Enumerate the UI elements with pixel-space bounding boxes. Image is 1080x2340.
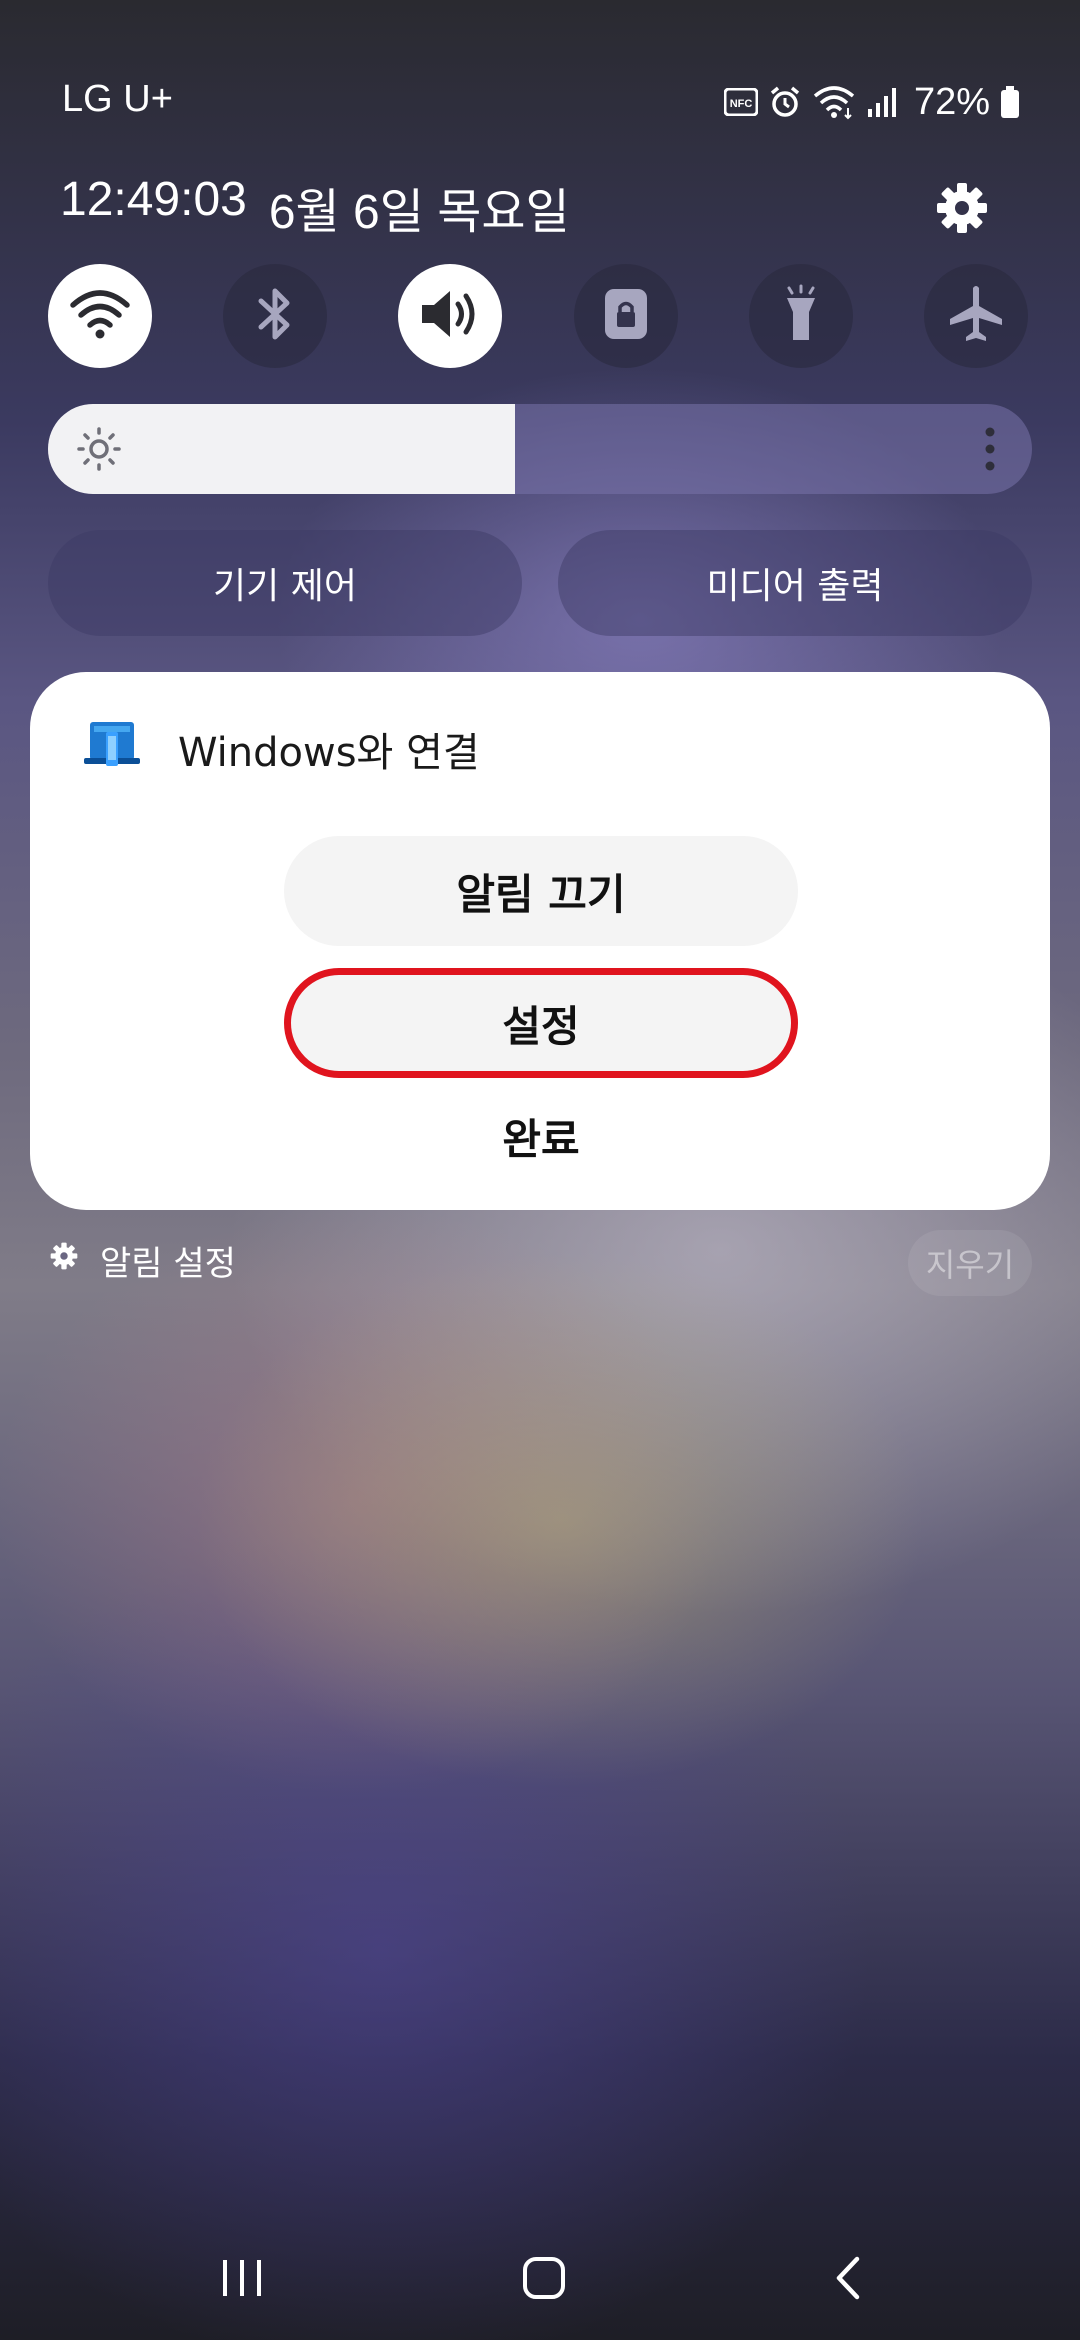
flashlight-icon	[779, 284, 823, 348]
brightness-slider[interactable]	[48, 404, 1032, 494]
home-button[interactable]	[504, 2248, 584, 2312]
battery-percent: 72%	[913, 80, 990, 123]
sun-icon	[74, 424, 124, 478]
panel-buttons: 기기 제어 미디어 출력	[48, 530, 1032, 636]
device-control-button[interactable]: 기기 제어	[48, 530, 522, 636]
more-options-icon[interactable]	[984, 426, 996, 476]
clock-time: 12:49:03	[60, 173, 247, 226]
battery-icon	[1000, 85, 1020, 119]
notification-card: Windows와 연결 알림 끄기 설정 완료	[30, 672, 1050, 1210]
carrier-name: LG U+	[62, 78, 173, 120]
airplane-icon	[946, 284, 1006, 348]
status-bar: LG U+ NFC 72%	[0, 0, 1080, 200]
status-icons: NFC 72%	[723, 78, 1020, 126]
wifi-icon	[69, 288, 131, 344]
notification-settings-link[interactable]: 알림 설정	[48, 1236, 236, 1285]
quick-toggles	[48, 264, 1028, 368]
navigation-bar	[0, 2220, 1080, 2340]
notification-footer: 알림 설정 지우기	[48, 1230, 1032, 1296]
toggle-flashlight[interactable]	[748, 264, 853, 368]
toggle-sound[interactable]	[398, 264, 503, 368]
notification-settings-label: 알림 설정	[100, 1244, 236, 1284]
back-icon	[833, 2255, 863, 2305]
toggle-wifi[interactable]	[48, 264, 152, 368]
settings-button[interactable]: 설정	[284, 968, 798, 1078]
lock-icon	[602, 286, 650, 346]
gear-icon[interactable]	[932, 178, 992, 238]
media-output-button[interactable]: 미디어 출력	[558, 530, 1032, 636]
recent-apps-button[interactable]	[202, 2248, 282, 2312]
nfc-icon: NFC	[723, 88, 758, 116]
clock-date: 12:49:03 6월 6일 목요일	[60, 172, 570, 242]
wifi-icon	[812, 84, 856, 120]
back-button[interactable]	[808, 2248, 888, 2312]
clear-button[interactable]: 지우기	[908, 1230, 1032, 1296]
link-to-windows-icon	[82, 720, 142, 778]
home-icon	[522, 2256, 566, 2304]
gear-icon	[48, 1240, 80, 1281]
mute-notifications-button[interactable]: 알림 끄기	[284, 836, 798, 946]
date-text: 6월 6일 목요일	[268, 186, 570, 239]
toggle-bluetooth[interactable]	[223, 264, 328, 368]
signal-icon	[866, 85, 900, 119]
notification-header: Windows와 연결	[82, 720, 480, 778]
sound-icon	[418, 286, 482, 346]
bluetooth-icon	[255, 285, 295, 347]
recent-apps-icon	[219, 2258, 265, 2302]
svg-text:NFC: NFC	[730, 98, 753, 110]
toggle-rotation-lock[interactable]	[573, 264, 678, 368]
toggle-airplane[interactable]	[923, 264, 1028, 368]
notification-app-title: Windows와 연결	[178, 730, 480, 776]
alarm-icon	[768, 85, 802, 119]
done-button[interactable]: 완료	[284, 1086, 798, 1186]
